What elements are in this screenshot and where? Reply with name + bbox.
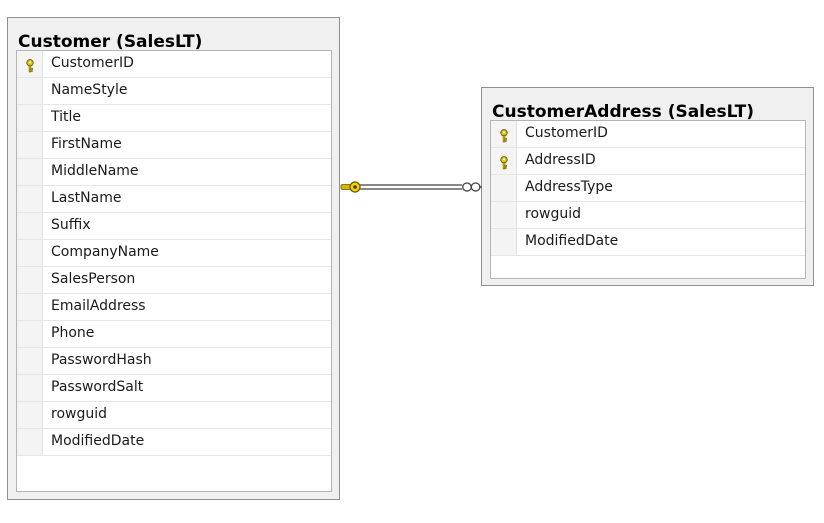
relationship-connector[interactable] (0, 0, 824, 523)
key-end-icon (340, 181, 361, 193)
infinity-end-icon (462, 182, 481, 192)
